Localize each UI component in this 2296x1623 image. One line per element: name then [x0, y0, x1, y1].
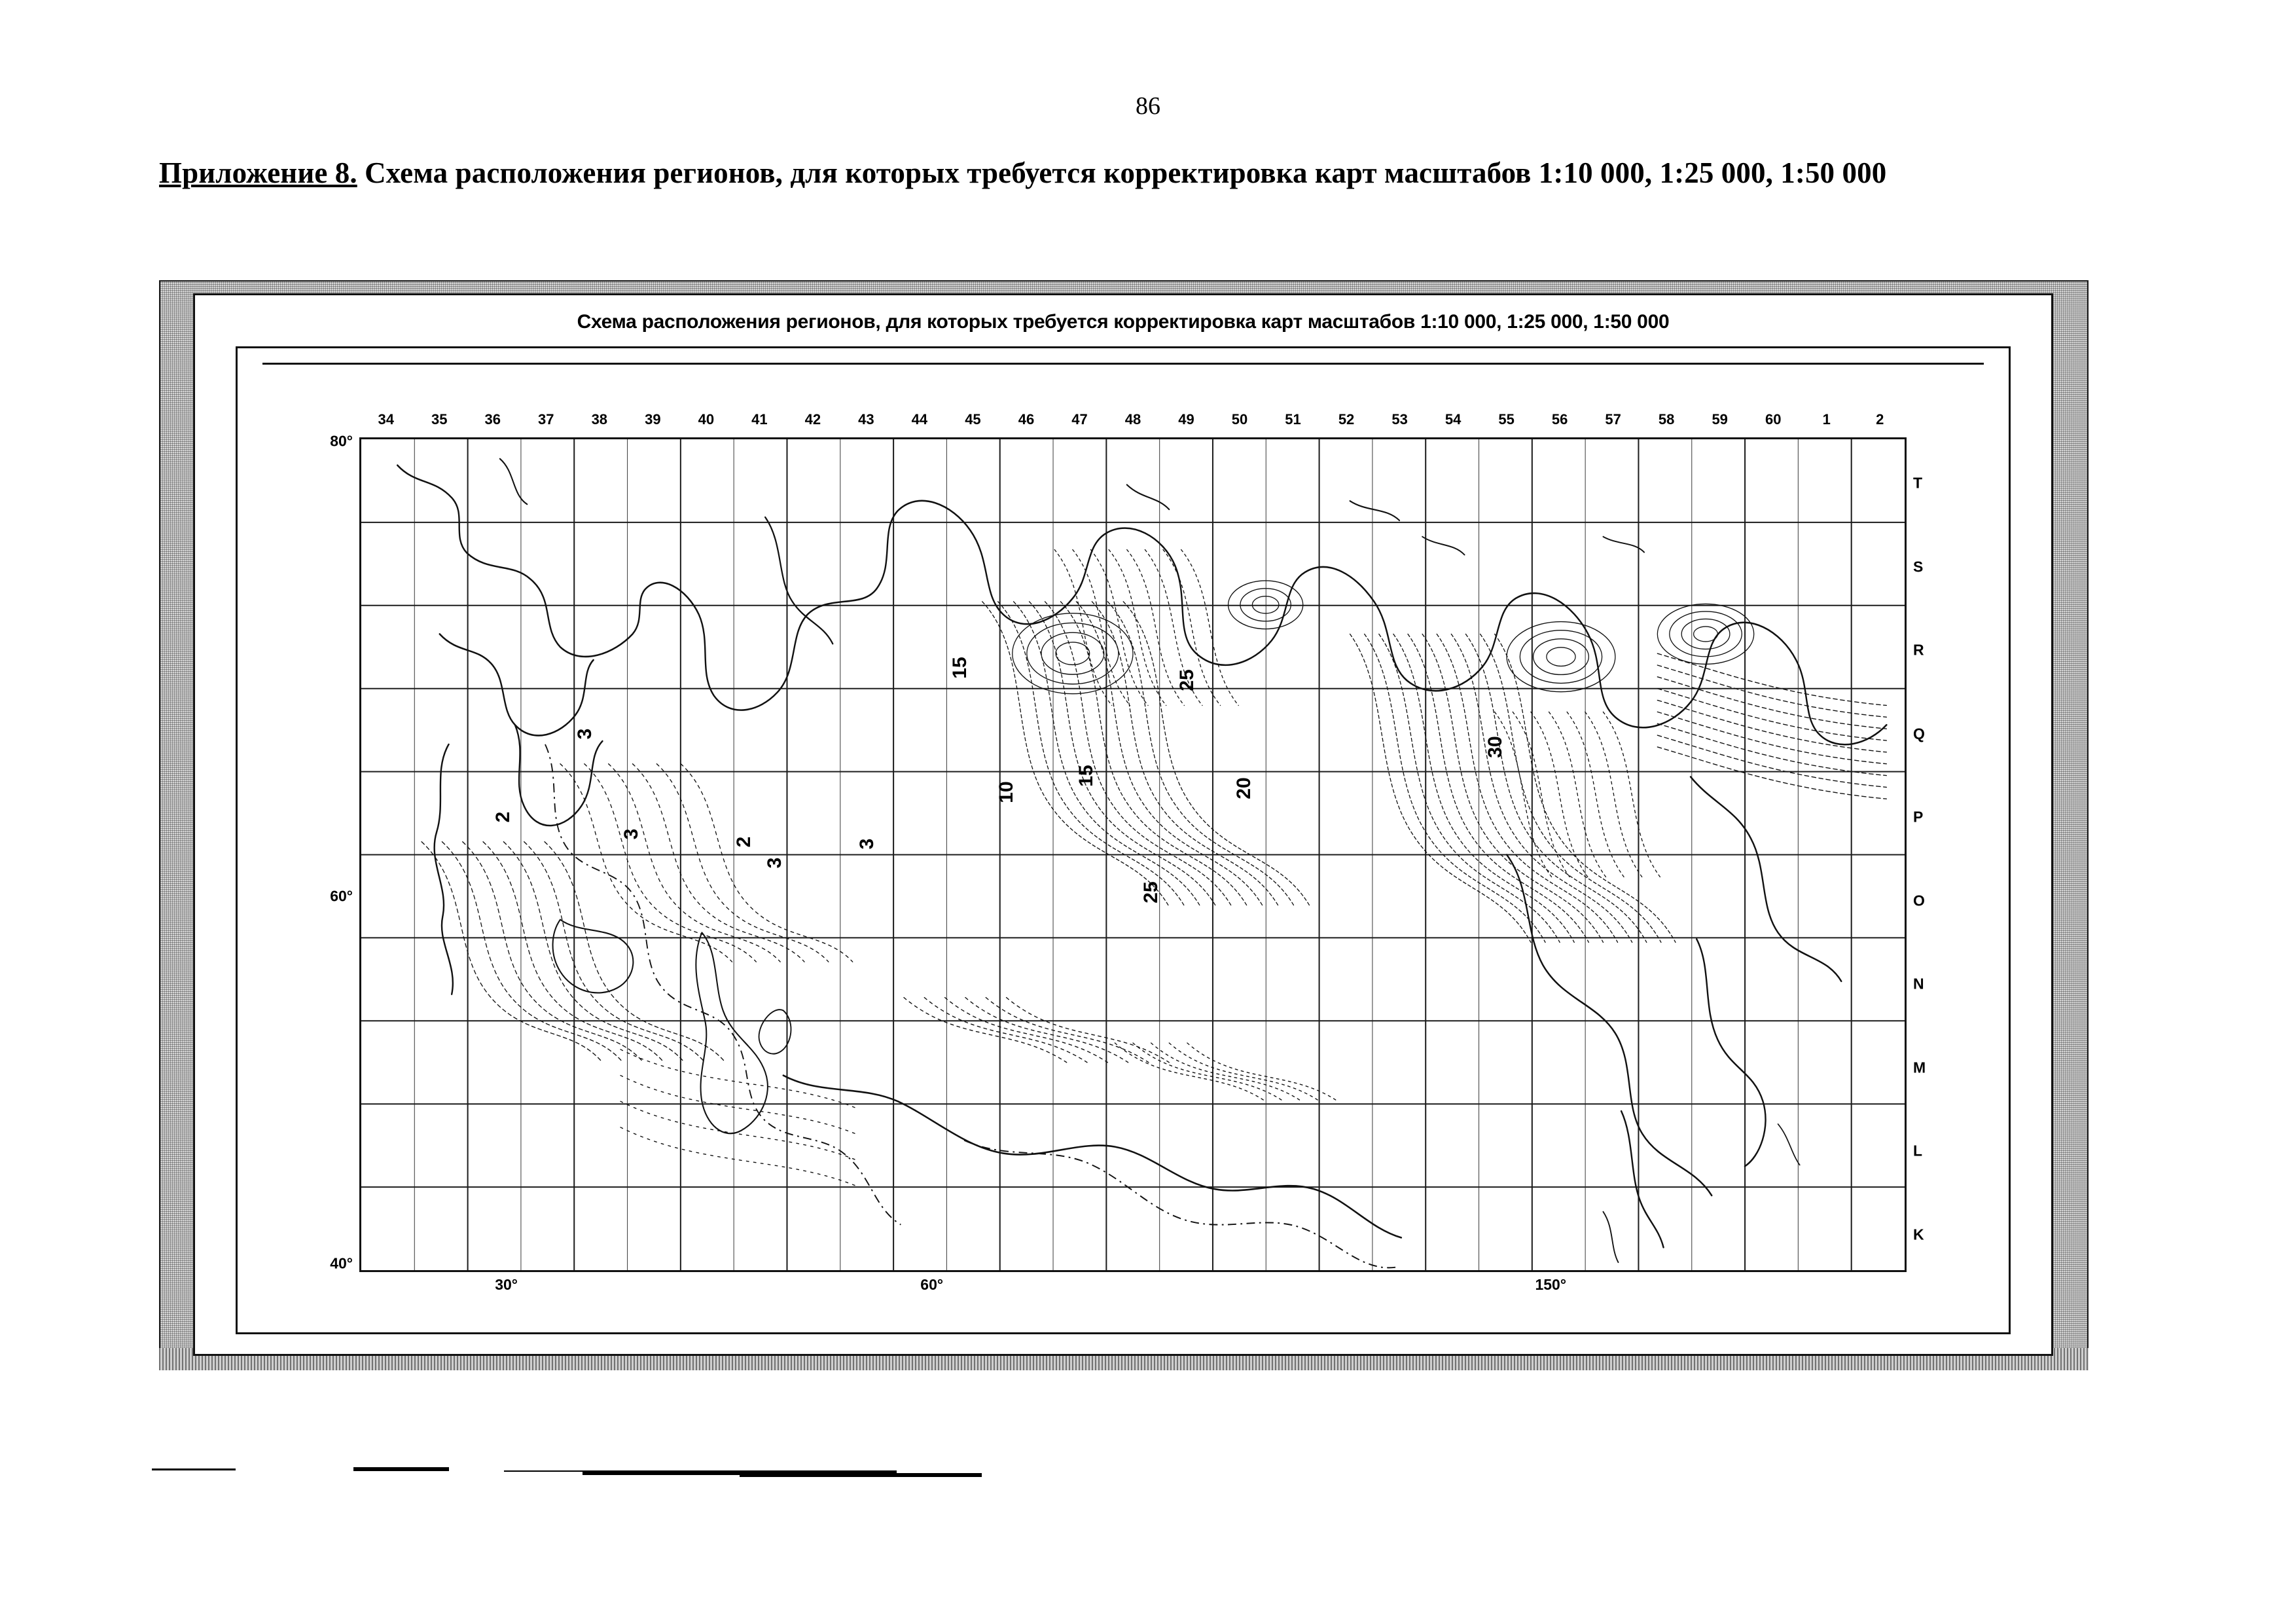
figure-inner-frame: 34 35 36 37 38 39 40 41 42 43 44 45 46 47 48 49 50 51 52 53… [236, 346, 2011, 1334]
scan-artifact-line [504, 1470, 583, 1472]
longitude-label: 60° [920, 1276, 944, 1293]
zone-number-label: 56 [1551, 411, 1568, 428]
map-latitude-axis: 80° 60° 40° [300, 433, 357, 1272]
latitude-label: 60° [330, 887, 353, 905]
zone-number-label: 2 [1876, 411, 1884, 428]
row-letter-label: K [1913, 1226, 1924, 1243]
page-title-rest: Схема расположения регионов, для которых… [357, 156, 1887, 189]
zone-number-label: 51 [1285, 411, 1301, 428]
contour-value-label: 25 [1140, 881, 1162, 903]
map-legend: Условные обозначения - районы не требующ… [950, 1271, 1552, 1272]
contour-value-label: 3 [763, 857, 785, 869]
zone-number-label: 37 [538, 411, 554, 428]
zone-number-label: 38 [591, 411, 608, 428]
row-letter-label: M [1913, 1059, 1926, 1076]
latitude-label: 40° [330, 1254, 353, 1272]
contour-value-label: 20 [1232, 777, 1255, 799]
row-letter-label: R [1913, 641, 1924, 659]
contour-value-label: 10 [995, 781, 1017, 803]
figure-outer-frame: Схема расположения регионов, для которых… [193, 293, 2053, 1356]
map-longitude-axis: 30° 60° 150° [359, 1276, 1907, 1298]
row-letter-label: P [1913, 808, 1924, 826]
map-vector-layer [361, 439, 1905, 1270]
latitude-label: 80° [330, 432, 353, 450]
contour-value-label: 25 [1175, 669, 1198, 691]
zone-number-label: 49 [1178, 411, 1194, 428]
map-zone-number-axis: 34 35 36 37 38 39 40 41 42 43 44 45 46 47 48 49 50 51 52 53… [359, 411, 1907, 433]
zone-number-label: 58 [1658, 411, 1675, 428]
page-title-prefix: Приложение 8. [159, 156, 357, 189]
row-letter-label: Q [1913, 725, 1925, 742]
contour-value-label: 3 [620, 828, 642, 840]
zone-number-label: 41 [751, 411, 768, 428]
zone-number-label: 47 [1071, 411, 1088, 428]
zone-number-label: 44 [911, 411, 928, 428]
row-letter-label: L [1913, 1142, 1923, 1159]
scan-artifact-line [152, 1468, 236, 1470]
zone-number-label: 57 [1605, 411, 1621, 428]
row-letter-label: N [1913, 975, 1924, 993]
contour-value-label: 3 [573, 729, 596, 740]
zone-number-label: 46 [1018, 411, 1035, 428]
contour-value-label: 3 [856, 838, 878, 850]
scan-artifact-line [740, 1473, 982, 1477]
zone-number-label: 40 [698, 411, 715, 428]
contour-value-label: 2 [492, 812, 514, 823]
contour-value-label: 30 [1484, 735, 1507, 758]
zone-number-label: 53 [1391, 411, 1408, 428]
zone-number-label: 48 [1124, 411, 1141, 428]
map-figure: Схема расположения регионов, для которых… [159, 280, 2089, 1370]
row-letter-label: S [1913, 558, 1924, 575]
zone-number-label: 59 [1712, 411, 1728, 428]
zone-number-label: 39 [645, 411, 661, 428]
zone-number-label: 36 [484, 411, 501, 428]
page-title: Приложение 8. Схема расположения регионо… [159, 154, 2083, 192]
zone-number-label: 35 [431, 411, 448, 428]
zone-number-label: 42 [804, 411, 821, 428]
zone-number-label: 34 [378, 411, 394, 428]
zone-number-label: 1 [1822, 411, 1831, 428]
zone-number-label: 50 [1231, 411, 1248, 428]
row-letter-label: T [1913, 474, 1923, 492]
contour-value-label: 15 [1075, 765, 1098, 787]
longitude-label: 30° [495, 1276, 518, 1293]
contour-value-label: 2 [732, 837, 755, 848]
map-row-letter-axis: T S R Q P O N M L K [1913, 437, 1946, 1272]
zone-number-label: 54 [1444, 411, 1462, 428]
zone-number-label: 45 [965, 411, 981, 428]
scan-artifact-line [975, 1473, 980, 1477]
zone-number-label: 52 [1338, 411, 1355, 428]
zone-number-label: 55 [1498, 411, 1515, 428]
zone-number-label: 60 [1765, 411, 1782, 428]
zone-number-label: 43 [858, 411, 874, 428]
row-letter-label: O [1913, 892, 1925, 909]
map-plot-area: 32323310151525202530 Условные обозначени… [359, 437, 1907, 1272]
contour-value-label: 15 [948, 657, 971, 679]
longitude-label: 150° [1535, 1276, 1567, 1293]
page-number: 86 [1136, 92, 1160, 120]
scan-artifact-line [353, 1467, 449, 1471]
map-panel-title: Схема расположения регионов, для которых… [577, 311, 1670, 333]
